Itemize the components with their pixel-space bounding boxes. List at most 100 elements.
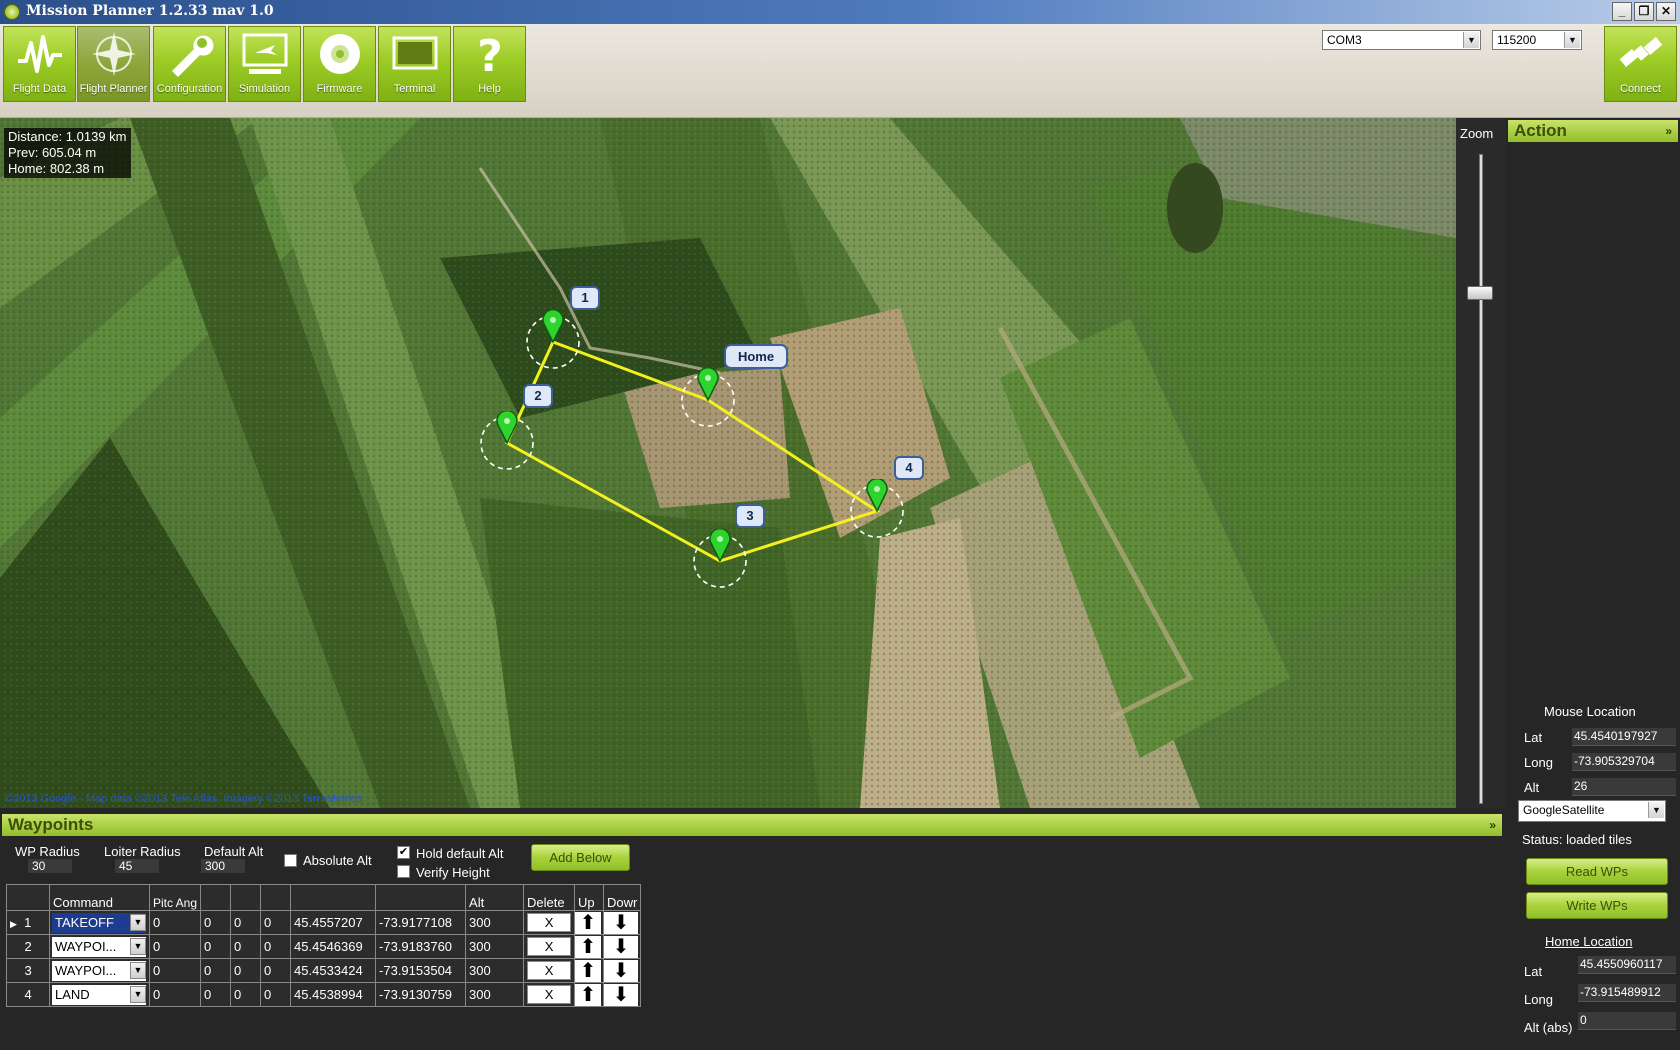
wp-radius-input[interactable]: 30 — [28, 859, 72, 873]
param3-cell[interactable]: 0 — [230, 982, 262, 1007]
column-header-delete[interactable]: Delete — [523, 884, 576, 911]
row-number[interactable]: 4 — [6, 982, 50, 1007]
command-select[interactable]: WAYPOI... ▼ — [52, 936, 146, 957]
zoom-slider-thumb[interactable] — [1467, 286, 1493, 300]
write-wps-button[interactable]: Write WPs — [1526, 892, 1668, 919]
table-row[interactable]: ▶ 1 TAKEOFF ▼ 0 0 0 0 45.4557207 -73.9177… — [6, 910, 642, 935]
alt-cell[interactable]: 300 — [465, 934, 525, 959]
move-down-icon[interactable]: ⬇ — [604, 959, 639, 982]
simulation-button[interactable]: Simulation — [228, 26, 301, 102]
action-panel-header[interactable]: Action » — [1508, 120, 1678, 142]
param1-cell[interactable]: 0 — [148, 982, 202, 1007]
default-alt-input[interactable]: 300 — [201, 859, 245, 873]
table-row[interactable]: 2 WAYPOI... ▼ 0 0 0 0 45.4546369 -73.9183… — [6, 934, 642, 959]
param1-cell[interactable]: 0 — [148, 958, 202, 983]
param4-cell[interactable]: 0 — [260, 982, 292, 1007]
firmware-button[interactable]: Firmware — [303, 26, 376, 102]
command-cell[interactable]: WAYPOI... ▼ — [49, 958, 150, 983]
configuration-button[interactable]: Configuration — [153, 26, 226, 102]
column-header-lon[interactable] — [375, 884, 467, 911]
home-alt-value[interactable]: 0 — [1578, 1012, 1676, 1030]
waypoint-4-marker-icon[interactable] — [864, 479, 890, 513]
move-down-icon[interactable]: ⬇ — [604, 911, 639, 934]
alt-cell[interactable]: 300 — [465, 910, 525, 935]
move-down-icon[interactable]: ⬇ — [604, 983, 639, 1006]
row-number[interactable]: ▶ 1 — [6, 910, 50, 935]
row-number[interactable]: 2 — [6, 934, 50, 959]
delete-button[interactable]: X — [527, 937, 572, 956]
param4-cell[interactable]: 0 — [260, 934, 292, 959]
home-marker-icon[interactable] — [695, 368, 721, 402]
waypoint-2-marker-icon[interactable] — [494, 411, 520, 445]
command-select[interactable]: LAND ▼ — [52, 984, 146, 1005]
read-wps-button[interactable]: Read WPs — [1526, 858, 1668, 885]
lon-cell[interactable]: -73.9130759 — [375, 982, 467, 1007]
param4-cell[interactable]: 0 — [260, 910, 292, 935]
param3-cell[interactable]: 0 — [230, 934, 262, 959]
com-port-select[interactable]: COM3 ▼ — [1322, 30, 1481, 50]
command-select[interactable]: WAYPOI... ▼ — [52, 960, 146, 981]
baud-rate-select[interactable]: 115200 ▼ — [1492, 30, 1582, 50]
collapse-icon[interactable]: » — [1665, 120, 1672, 142]
column-header-command[interactable]: Command — [49, 884, 150, 911]
param4-cell[interactable]: 0 — [260, 958, 292, 983]
connect-button[interactable]: Connect — [1604, 26, 1677, 102]
command-select[interactable]: TAKEOFF ▼ — [52, 912, 146, 933]
column-header-lat[interactable] — [290, 884, 377, 911]
home-long-value[interactable]: -73.915489912 — [1578, 984, 1676, 1002]
column-header-param3[interactable] — [230, 884, 262, 911]
lat-cell[interactable]: 45.4533424 — [290, 958, 377, 983]
move-up-icon[interactable]: ⬆ — [575, 911, 602, 934]
lat-cell[interactable]: 45.4557207 — [290, 910, 377, 935]
column-header-down[interactable]: Dowr — [603, 884, 642, 911]
delete-button[interactable]: X — [527, 985, 572, 1004]
delete-button[interactable]: X — [527, 961, 572, 980]
alt-cell[interactable]: 300 — [465, 958, 525, 983]
absolute-alt-checkbox[interactable] — [284, 854, 297, 867]
param2-cell[interactable]: 0 — [200, 934, 232, 959]
command-cell[interactable]: WAYPOI... ▼ — [49, 934, 150, 959]
table-row[interactable]: 4 LAND ▼ 0 0 0 0 45.4538994 -73.9130759 3… — [6, 982, 642, 1007]
flight-planner-button[interactable]: Flight Planner — [77, 26, 150, 102]
param1-cell[interactable]: 0 — [148, 934, 202, 959]
move-up-icon[interactable]: ⬆ — [575, 935, 602, 958]
alt-cell[interactable]: 300 — [465, 982, 525, 1007]
column-header-alt[interactable]: Alt — [465, 884, 525, 911]
home-location-link[interactable]: Home Location — [1545, 934, 1632, 949]
terminal-button[interactable]: Terminal — [378, 26, 451, 102]
table-row[interactable]: 3 WAYPOI... ▼ 0 0 0 0 45.4533424 -73.9153… — [6, 958, 642, 983]
minimize-button[interactable]: _ — [1612, 2, 1632, 21]
param3-cell[interactable]: 0 — [230, 958, 262, 983]
home-lat-value[interactable]: 45.4550960117 — [1578, 956, 1676, 974]
lat-cell[interactable]: 45.4538994 — [290, 982, 377, 1007]
verify-height-checkbox[interactable] — [397, 865, 410, 878]
move-down-icon[interactable]: ⬇ — [604, 935, 639, 958]
lon-cell[interactable]: -73.9153504 — [375, 958, 467, 983]
waypoint-3-marker-icon[interactable] — [707, 529, 733, 563]
satellite-map[interactable]: 1 2 3 4 Home Distance: 1.0139 km Prev: 6… — [0, 118, 1456, 808]
param2-cell[interactable]: 0 — [200, 910, 232, 935]
lon-cell[interactable]: -73.9183760 — [375, 934, 467, 959]
collapse-icon[interactable]: » — [1489, 814, 1496, 836]
map-type-select[interactable]: GoogleSatellite ▼ — [1518, 800, 1666, 822]
param1-cell[interactable]: 0 — [148, 910, 202, 935]
column-header-up[interactable]: Up — [574, 884, 605, 911]
row-number[interactable]: 3 — [6, 958, 50, 983]
delete-button[interactable]: X — [527, 913, 572, 932]
waypoints-panel-header[interactable]: Waypoints » — [2, 814, 1502, 836]
loiter-radius-input[interactable]: 45 — [115, 859, 159, 873]
flight-data-button[interactable]: Flight Data — [3, 26, 76, 102]
command-cell[interactable]: TAKEOFF ▼ — [49, 910, 150, 935]
column-header-param2[interactable] — [200, 884, 232, 911]
move-up-icon[interactable]: ⬆ — [575, 959, 602, 982]
waypoint-1-marker-icon[interactable] — [540, 310, 566, 344]
column-header-pitch[interactable]: Pitc Ang — [148, 884, 202, 911]
add-below-button[interactable]: Add Below — [531, 844, 630, 871]
zoom-track[interactable] — [1479, 154, 1483, 804]
lat-cell[interactable]: 45.4546369 — [290, 934, 377, 959]
param2-cell[interactable]: 0 — [200, 958, 232, 983]
column-header-param4[interactable] — [260, 884, 292, 911]
param2-cell[interactable]: 0 — [200, 982, 232, 1007]
lon-cell[interactable]: -73.9177108 — [375, 910, 467, 935]
close-button[interactable]: ✕ — [1656, 2, 1676, 21]
